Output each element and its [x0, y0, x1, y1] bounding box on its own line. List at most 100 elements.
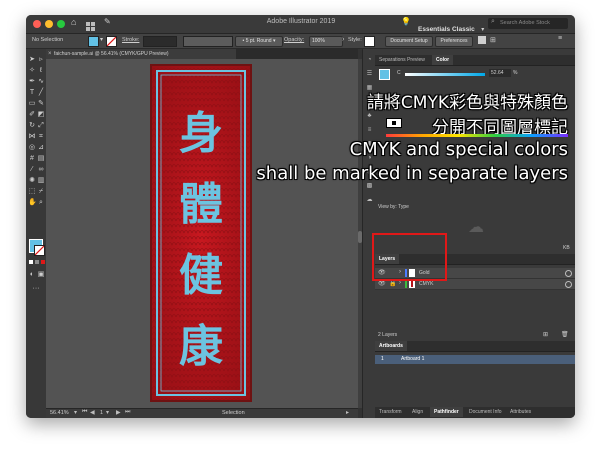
tab-align[interactable]: Align	[408, 407, 427, 417]
stroke-swatch-large[interactable]	[34, 245, 45, 256]
preferences-button[interactable]: Preferences	[435, 36, 473, 47]
color-mode-icon[interactable]	[29, 260, 33, 264]
layer-name[interactable]: CMYK	[419, 281, 433, 287]
chevron-right-icon[interactable]: ›	[342, 36, 344, 43]
document-setup-button[interactable]: Document Setup	[385, 36, 433, 47]
more-tools-icon[interactable]: ···	[32, 285, 40, 293]
cyan-slider[interactable]	[405, 73, 485, 76]
paint-brush-icon[interactable]: ✎	[104, 17, 111, 26]
free-transform-tool-icon[interactable]: ⌗	[37, 133, 45, 141]
opacity-label[interactable]: Opacity:	[284, 37, 304, 43]
align-icon[interactable]	[478, 36, 486, 44]
brush-definition-dropdown[interactable]: • 5 pt. Round ▾	[235, 36, 283, 47]
target-circle-icon[interactable]	[565, 281, 572, 288]
view-by-dropdown[interactable]: View by: Type	[378, 204, 409, 210]
stroke-weight-field[interactable]	[143, 36, 177, 47]
stroke-icon[interactable]: ≡	[366, 127, 373, 134]
status-arrow-icon[interactable]: ▸	[346, 409, 349, 416]
workspace-switcher[interactable]: Essentials Classic ▾	[418, 18, 486, 33]
search-placeholder: Search Adobe Stock	[500, 20, 550, 26]
slice-tool-icon[interactable]: ⌿	[37, 188, 45, 196]
type-tool-icon[interactable]: T	[28, 89, 36, 97]
rotate-tool-icon[interactable]: ↻	[28, 122, 36, 130]
transform-icon[interactable]: ⊞	[490, 36, 496, 45]
shaper-tool-icon[interactable]: ✐	[28, 111, 36, 119]
lightbulb-icon[interactable]: 💡	[401, 17, 411, 26]
last-artboard-icon[interactable]: ⏭	[125, 409, 130, 416]
panel-menu-icon[interactable]: ≡	[558, 35, 562, 42]
perspective-grid-tool-icon[interactable]: ⊿	[37, 144, 45, 152]
delete-layer-icon[interactable]: 🗑	[561, 331, 569, 338]
minimize-window-button[interactable]	[45, 20, 53, 28]
eyedropper-tool-icon[interactable]: ⁄	[28, 166, 36, 174]
screen-mode-icon[interactable]: ▣	[37, 271, 45, 279]
none-mode-icon[interactable]	[41, 260, 45, 264]
stroke-none-swatch[interactable]	[106, 36, 117, 47]
tab-document-info[interactable]: Document Info	[465, 407, 506, 417]
width-tool-icon[interactable]: ⋈	[28, 133, 36, 141]
scale-tool-icon[interactable]: ⤢	[37, 122, 45, 130]
selection-tool-icon[interactable]: ➤	[28, 56, 36, 64]
target-circle-icon[interactable]	[565, 270, 572, 277]
tab-attributes[interactable]: Attributes	[506, 407, 535, 417]
zoom-level[interactable]: 56.41%	[50, 410, 69, 416]
graphic-style-swatch[interactable]	[364, 36, 375, 47]
lock-icon[interactable]: 🔒	[389, 280, 396, 287]
home-icon[interactable]: ⌂	[71, 17, 76, 27]
libraries-icon[interactable]: ☁	[366, 197, 373, 204]
tab-artboards[interactable]: Artboards	[375, 341, 407, 351]
magic-wand-tool-icon[interactable]: ✧	[28, 67, 36, 75]
zoom-tool-icon[interactable]: ⌕	[37, 199, 45, 207]
symbols-icon[interactable]: ♣	[366, 113, 373, 120]
zoom-dropdown-icon[interactable]: ▾	[74, 409, 77, 416]
first-artboard-icon[interactable]: ⏮	[82, 409, 87, 416]
new-layer-icon[interactable]: ⊞	[543, 331, 548, 338]
fill-proxy[interactable]	[379, 69, 390, 80]
document-tab[interactable]: × faichun-sample.ai @ 56.41% (CMYK/GPU P…	[46, 49, 236, 59]
paintbrush-tool-icon[interactable]: ✎	[37, 100, 45, 108]
stroke-label[interactable]: Stroke:	[122, 37, 139, 43]
tab-transform[interactable]: Transform	[375, 407, 406, 417]
artboard-number[interactable]: 1	[100, 410, 103, 416]
direct-selection-tool-icon[interactable]: ▹	[37, 56, 45, 64]
curvature-tool-icon[interactable]: ∿	[37, 78, 45, 86]
pen-tool-icon[interactable]: ✒	[28, 78, 36, 86]
line-tool-icon[interactable]: ╱	[37, 89, 45, 97]
next-artboard-icon[interactable]: ▶	[116, 409, 121, 416]
status-tool[interactable]: Selection	[222, 410, 245, 416]
eraser-tool-icon[interactable]: ◩	[37, 111, 45, 119]
graphic-styles-icon[interactable]: ▩	[366, 183, 373, 190]
rectangle-tool-icon[interactable]: ▭	[28, 100, 36, 108]
column-graph-tool-icon[interactable]: ▥	[37, 177, 45, 185]
fill-dropdown-icon[interactable]: ▾	[100, 36, 103, 43]
prev-artboard-icon[interactable]: ◀	[90, 409, 95, 416]
close-tab-icon[interactable]: ×	[48, 49, 52, 59]
properties-icon[interactable]: ☰	[366, 71, 373, 78]
eye-icon[interactable]: 👁	[378, 280, 386, 287]
blend-tool-icon[interactable]: ∞	[37, 166, 45, 174]
workspace-grid-icon[interactable]	[86, 18, 95, 31]
artboard[interactable]: 身 體 健 康	[150, 64, 252, 402]
tab-separations-preview[interactable]: Separations Preview	[375, 55, 429, 65]
lasso-tool-icon[interactable]: ℓ	[37, 67, 45, 75]
variable-width-field[interactable]	[183, 36, 233, 47]
zoom-window-button[interactable]	[57, 20, 65, 28]
fill-color-swatch[interactable]	[88, 36, 99, 47]
artboard-row[interactable]: 1 Artboard 1	[375, 355, 575, 364]
artboard-dropdown-icon[interactable]: ▾	[106, 409, 109, 416]
color-guide-icon[interactable]: ◔	[366, 57, 373, 64]
opacity-field[interactable]: 100%	[309, 36, 343, 47]
canvas-area[interactable]: 身 體 健 康	[46, 59, 358, 408]
tab-pathfinder[interactable]: Pathfinder	[430, 407, 463, 417]
hand-tool-icon[interactable]: ✋	[28, 199, 37, 207]
close-window-button[interactable]	[33, 20, 41, 28]
tab-color[interactable]: Color	[432, 55, 454, 65]
artboard-tool-icon[interactable]: ⬚	[28, 188, 36, 196]
draw-mode-icon[interactable]: ◐	[28, 271, 36, 279]
shape-builder-tool-icon[interactable]: ◎	[28, 144, 36, 152]
gradient-tool-icon[interactable]: ▤	[37, 155, 45, 163]
gradient-mode-icon[interactable]	[35, 260, 39, 264]
stock-search-input[interactable]: ⌕ Search Adobe Stock	[488, 18, 568, 29]
symbol-sprayer-tool-icon[interactable]: ✺	[28, 177, 36, 185]
mesh-tool-icon[interactable]: #	[28, 155, 36, 163]
